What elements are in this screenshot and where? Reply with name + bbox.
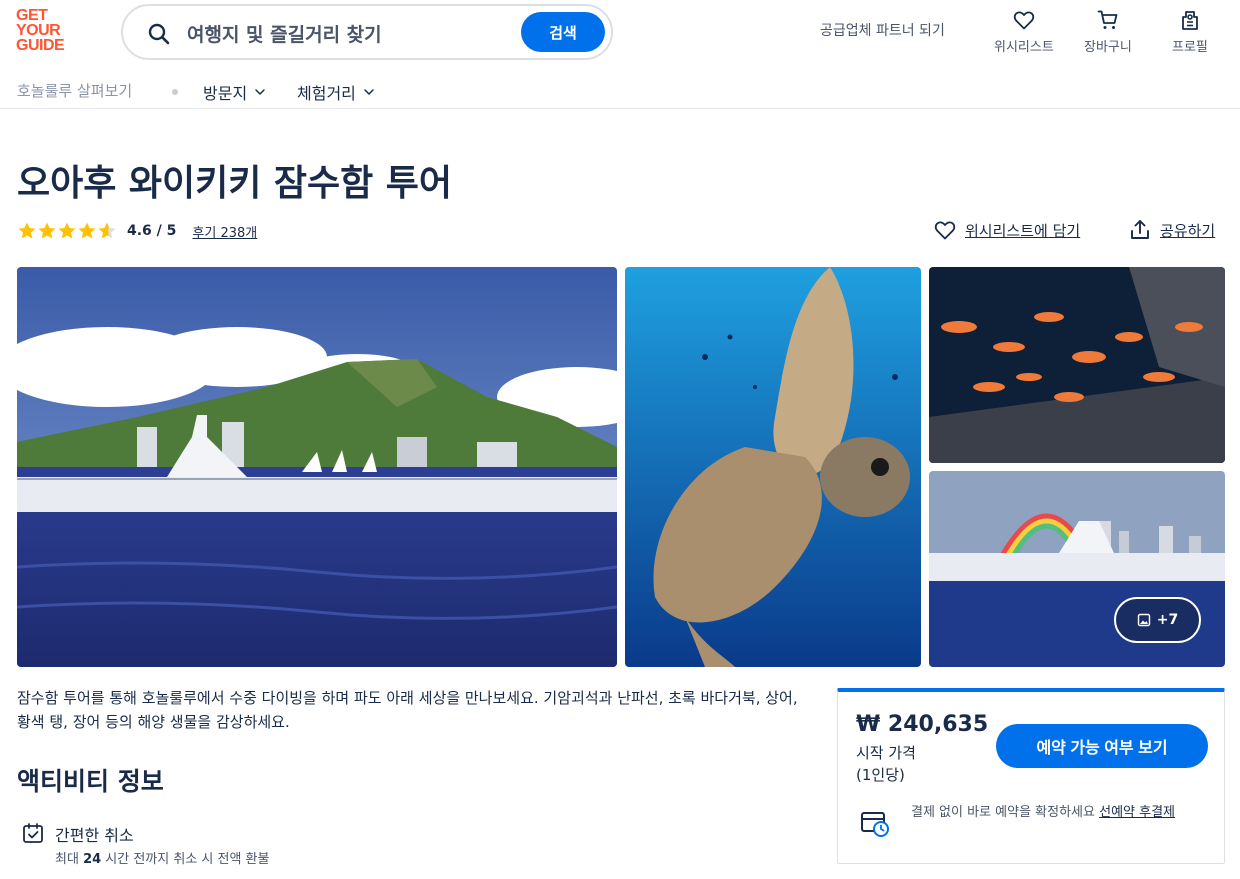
chevron-down-icon <box>255 89 265 95</box>
chevron-down-icon <box>364 89 374 95</box>
separator-dot <box>172 89 178 95</box>
profile-icon <box>1182 11 1198 30</box>
reserve-now-pay-later-link[interactable]: 선예약 후결제 <box>1099 805 1175 820</box>
nav-experiences-label: 체험거리 <box>297 84 356 103</box>
sub-navigation: 호놀룰루 살펴보기 방문지 체험거리 <box>0 74 1240 109</box>
logo-line-1: GET <box>16 7 48 24</box>
feature-subtitle-pre: 최대 <box>55 852 84 867</box>
search-button[interactable]: 검색 <box>521 12 605 52</box>
logo-line-3: GUIDE <box>16 37 65 54</box>
getyourguide-logo[interactable]: GET YOUR GUIDE <box>16 8 76 56</box>
fish-shipwreck-photo[interactable] <box>929 267 1225 463</box>
sea-turtle-photo[interactable] <box>625 267 921 667</box>
rating-row: 4.6 / 5 후기 238개 <box>17 218 257 244</box>
calendar-check-icon <box>23 823 43 843</box>
logo-line-2: YOUR <box>16 22 61 39</box>
feature-title: 간편한 취소 <box>55 826 134 845</box>
star-icon <box>58 222 76 239</box>
heart-icon <box>1013 11 1035 30</box>
star-icon <box>18 222 36 239</box>
image-icon <box>1137 613 1150 627</box>
more-photos-count: +7 <box>1156 612 1179 628</box>
cart-label: 장바구니 <box>1084 40 1132 55</box>
header: GET YOUR GUIDE 여행지 및 즐길거리 찾기 검색 공급업체 파트너… <box>0 0 1240 66</box>
price-value: ₩ 240,635 <box>856 712 989 737</box>
check-availability-button[interactable]: 예약 가능 여부 보기 <box>996 724 1208 768</box>
page-title: 오아후 와이키키 잠수함 투어 <box>17 163 453 204</box>
reserve-note-text: 결제 없이 바로 예약을 확정하세요 <box>911 805 1100 820</box>
profile-label: 프로필 <box>1172 40 1208 55</box>
feature-subtitle-hours: 24 <box>83 852 102 867</box>
profile-button[interactable]: 프로필 <box>1172 8 1208 55</box>
activity-info-title: 액티비티 정보 <box>17 767 164 796</box>
search-bar[interactable]: 여행지 및 즐길거리 찾기 검색 <box>121 4 613 60</box>
submarine-illustration <box>17 267 617 667</box>
star-icon <box>98 222 116 239</box>
feature-subtitle-post: 시간 전까지 취소 시 전액 환불 <box>101 852 270 867</box>
wishlist-button[interactable]: 위시리스트 <box>994 8 1054 55</box>
reserve-note: 결제 없이 바로 예약을 확정하세요 선예약 후결제 <box>911 802 1211 823</box>
supplier-partner-link[interactable]: 공급업체 파트너 되기 <box>820 20 945 40</box>
submarine-diamond-head-photo[interactable] <box>17 267 617 667</box>
wishlist-label: 위시리스트 <box>994 40 1054 55</box>
reviews-link[interactable]: 후기 238개 <box>192 222 257 241</box>
add-to-wishlist-button[interactable]: 위시리스트에 담기 <box>933 218 1080 242</box>
search-icon <box>148 23 170 45</box>
share-button[interactable]: 공유하기 <box>1128 218 1215 242</box>
feature-subtitle: 최대 24 시간 전까지 취소 시 전액 환불 <box>55 848 269 867</box>
reserve-now-pay-later-icon <box>861 812 889 837</box>
star-rating <box>17 221 117 241</box>
star-icon <box>38 222 56 239</box>
more-photos-button[interactable]: +7 <box>1114 597 1201 643</box>
breadcrumb[interactable]: 호놀룰루 살펴보기 <box>17 80 132 101</box>
rating-value: 4.6 / 5 <box>127 223 177 239</box>
star-icon <box>78 222 96 239</box>
activity-description: 잠수함 투어를 통해 호놀룰루에서 수중 다이빙을 하며 파도 아래 세상을 만… <box>17 689 798 731</box>
nav-places-dropdown[interactable]: 방문지 <box>203 80 267 104</box>
turtle-illustration <box>625 267 921 667</box>
fish-illustration <box>929 267 1225 463</box>
cart-icon <box>1097 10 1118 29</box>
add-to-wishlist-label: 위시리스트에 담기 <box>965 221 1081 240</box>
price-per-person: (1인당) <box>856 766 905 784</box>
nav-places-label: 방문지 <box>203 84 248 103</box>
share-icon <box>1131 220 1149 239</box>
cart-button[interactable]: 장바구니 <box>1084 8 1132 55</box>
share-label: 공유하기 <box>1160 221 1216 240</box>
heart-icon <box>934 221 956 240</box>
price-from-label: 시작 가격 <box>856 744 916 762</box>
search-input[interactable]: 여행지 및 즐길거리 찾기 <box>187 20 382 47</box>
price-caption: 시작 가격 (1인당) <box>856 742 916 786</box>
booking-card: ₩ 240,635 시작 가격 (1인당) 예약 가능 여부 보기 결제 없이 … <box>837 688 1225 864</box>
nav-experiences-dropdown[interactable]: 체험거리 <box>297 80 376 104</box>
